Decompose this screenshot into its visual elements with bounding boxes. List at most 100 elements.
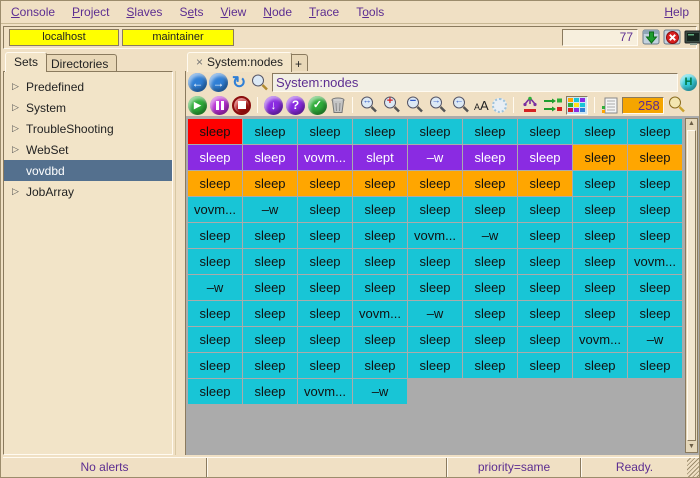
node-cell[interactable]: sleep bbox=[628, 301, 682, 326]
close-tab-icon[interactable]: × bbox=[196, 55, 203, 69]
node-cell[interactable]: sleep bbox=[408, 327, 462, 352]
node-cell[interactable]: sleep bbox=[518, 119, 572, 144]
node-cell[interactable]: sleep bbox=[298, 327, 352, 352]
node-cell[interactable]: sleep bbox=[573, 353, 627, 378]
node-cell[interactable]: sleep bbox=[463, 171, 517, 196]
node-cell[interactable]: sleep bbox=[463, 119, 517, 144]
node-cell[interactable]: sleep bbox=[573, 197, 627, 222]
node-cell[interactable]: sleep bbox=[188, 379, 242, 404]
zoom-next-button[interactable]: → bbox=[428, 95, 448, 115]
terminal-button[interactable] bbox=[684, 28, 700, 47]
reload-button[interactable]: ↻ bbox=[230, 73, 248, 93]
node-cell[interactable]: sleep bbox=[353, 171, 407, 196]
start-button[interactable]: ▶ bbox=[188, 96, 207, 115]
node-cell[interactable]: vovm... bbox=[188, 197, 242, 222]
expand-arrow-icon[interactable]: ▷ bbox=[12, 81, 26, 92]
node-cell[interactable]: –w bbox=[408, 145, 462, 170]
node-cell[interactable]: sleep bbox=[298, 171, 352, 196]
host-field[interactable]: localhost bbox=[9, 29, 119, 46]
node-cell[interactable]: sleep bbox=[518, 197, 572, 222]
tree-item-vovdbd[interactable]: vovdbd bbox=[4, 160, 172, 181]
panel-splitter[interactable] bbox=[175, 71, 186, 455]
node-cell[interactable]: sleep bbox=[518, 353, 572, 378]
node-cell[interactable]: sleep bbox=[298, 119, 352, 144]
back-button[interactable]: ← bbox=[188, 73, 207, 92]
node-cell[interactable]: sleep bbox=[573, 223, 627, 248]
node-cell[interactable]: sleep bbox=[298, 249, 352, 274]
menu-tools[interactable]: Tools bbox=[356, 5, 384, 19]
tree-item-webset[interactable]: ▷WebSet bbox=[4, 139, 172, 160]
menu-trace[interactable]: Trace bbox=[309, 5, 339, 19]
node-cell[interactable]: sleep bbox=[518, 249, 572, 274]
node-cell[interactable]: sleep bbox=[243, 379, 297, 404]
node-cell[interactable]: sleep bbox=[518, 327, 572, 352]
node-cell[interactable]: –w bbox=[243, 197, 297, 222]
node-cell[interactable]: sleep bbox=[243, 145, 297, 170]
node-cell[interactable]: sleep bbox=[243, 301, 297, 326]
node-cell[interactable]: sleep bbox=[573, 301, 627, 326]
node-cell[interactable]: vovm... bbox=[353, 301, 407, 326]
forward-button[interactable]: → bbox=[209, 73, 228, 92]
node-cell[interactable]: sleep bbox=[573, 145, 627, 170]
menu-console[interactable]: Console bbox=[11, 5, 55, 19]
download-button[interactable]: ↓ bbox=[264, 96, 283, 115]
node-cell[interactable]: sleep bbox=[628, 197, 682, 222]
node-cell[interactable]: sleep bbox=[243, 119, 297, 144]
font-size-button[interactable]: AA bbox=[474, 98, 489, 113]
menu-sets[interactable]: Sets bbox=[179, 5, 203, 19]
node-cell[interactable]: sleep bbox=[298, 353, 352, 378]
node-cell[interactable]: vovm... bbox=[298, 145, 352, 170]
menu-view[interactable]: View bbox=[220, 5, 246, 19]
search-button[interactable] bbox=[250, 73, 270, 93]
node-cell[interactable]: sleep bbox=[243, 327, 297, 352]
tree-item-system[interactable]: ▷System bbox=[4, 97, 172, 118]
expand-arrow-icon[interactable]: ▷ bbox=[12, 186, 26, 197]
node-cell[interactable]: sleep bbox=[188, 301, 242, 326]
node-cell[interactable]: sleep bbox=[243, 249, 297, 274]
node-cell[interactable]: sleep bbox=[573, 275, 627, 300]
expand-arrow-icon[interactable]: ▷ bbox=[12, 102, 26, 113]
node-cell[interactable]: sleep bbox=[518, 171, 572, 196]
node-cell[interactable]: sleep bbox=[463, 197, 517, 222]
tab-system-nodes[interactable]: ×System:nodes bbox=[187, 52, 292, 72]
tab-directories[interactable]: Directories bbox=[42, 54, 117, 72]
node-cell[interactable]: sleep bbox=[408, 197, 462, 222]
node-cell[interactable]: sleep bbox=[243, 223, 297, 248]
node-cell[interactable]: vovm... bbox=[298, 379, 352, 404]
node-cell[interactable]: sleep bbox=[353, 275, 407, 300]
node-cell[interactable]: sleep bbox=[243, 275, 297, 300]
node-cell[interactable]: sleep bbox=[243, 171, 297, 196]
node-cell[interactable]: sleep bbox=[298, 197, 352, 222]
node-cell[interactable]: sleep bbox=[518, 275, 572, 300]
tab-sets[interactable]: Sets bbox=[5, 52, 47, 72]
node-cell[interactable]: sleep bbox=[188, 223, 242, 248]
node-cell[interactable]: sleep bbox=[408, 275, 462, 300]
tree-item-predefined[interactable]: ▷Predefined bbox=[4, 76, 172, 97]
node-cell[interactable]: sleep bbox=[188, 119, 242, 144]
node-cell[interactable]: sleep bbox=[408, 171, 462, 196]
vertical-scrollbar[interactable]: ▲ ▼ bbox=[685, 118, 698, 453]
node-cell[interactable]: sleep bbox=[188, 249, 242, 274]
node-cell[interactable]: vovm... bbox=[628, 249, 682, 274]
node-cell[interactable]: sleep bbox=[628, 119, 682, 144]
node-cell[interactable]: sleep bbox=[628, 171, 682, 196]
node-cell[interactable]: vovm... bbox=[408, 223, 462, 248]
node-cell[interactable]: sleep bbox=[408, 353, 462, 378]
node-cell[interactable]: sleep bbox=[298, 223, 352, 248]
node-cell[interactable]: –w bbox=[408, 301, 462, 326]
node-cell[interactable]: sleep bbox=[188, 327, 242, 352]
node-cell[interactable]: sleep bbox=[188, 145, 242, 170]
node-cell[interactable]: sleep bbox=[353, 197, 407, 222]
node-cell[interactable]: –w bbox=[463, 223, 517, 248]
refresh-window-button[interactable] bbox=[642, 28, 661, 47]
menu-node[interactable]: Node bbox=[263, 5, 292, 19]
node-cell[interactable]: sleep bbox=[628, 275, 682, 300]
close-window-button[interactable] bbox=[663, 28, 682, 47]
stop-button[interactable] bbox=[232, 96, 251, 115]
menu-slaves[interactable]: Slaves bbox=[126, 5, 162, 19]
zoom-out-button[interactable]: − bbox=[405, 95, 425, 115]
node-cell[interactable]: sleep bbox=[353, 119, 407, 144]
validate-button[interactable]: ✓ bbox=[308, 96, 327, 115]
node-cell[interactable]: sleep bbox=[518, 145, 572, 170]
resize-grip[interactable] bbox=[687, 458, 699, 477]
